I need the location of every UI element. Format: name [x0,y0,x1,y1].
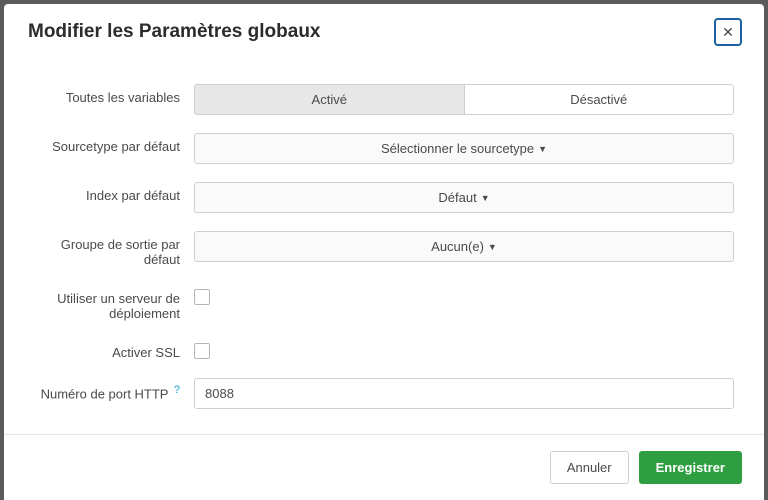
http-port-input[interactable] [194,378,734,409]
cancel-button[interactable]: Annuler [550,451,629,484]
all-variables-toggle: Activé Désactivé [194,84,734,115]
modal-footer: Annuler Enregistrer [4,434,764,500]
save-button[interactable]: Enregistrer [639,451,742,484]
help-icon[interactable]: ? [174,384,180,396]
enable-ssl-checkbox[interactable] [194,343,210,359]
index-value: Défaut [438,190,476,205]
use-deployment-checkbox[interactable] [194,289,210,305]
label-all-variables: Toutes les variables [34,84,194,105]
label-http-port-text: Numéro de port HTTP [41,386,169,401]
toggle-disabled[interactable]: Désactivé [465,85,734,114]
label-enable-ssl: Activer SSL [34,339,194,360]
caret-down-icon: ▼ [481,193,490,203]
sourcetype-value: Sélectionner le sourcetype [381,141,534,156]
caret-down-icon: ▼ [538,144,547,154]
modal-body: Toutes les variables Activé Désactivé So… [4,54,764,434]
toggle-enabled[interactable]: Activé [195,85,465,114]
output-group-dropdown[interactable]: Aucun(e) ▼ [194,231,734,262]
close-button[interactable]: ✕ [714,18,742,46]
label-use-deployment: Utiliser un serveur de déploiement [34,285,194,321]
index-dropdown[interactable]: Défaut ▼ [194,182,734,213]
label-sourcetype: Sourcetype par défaut [34,133,194,154]
output-group-value: Aucun(e) [431,239,484,254]
label-index: Index par défaut [34,182,194,203]
caret-down-icon: ▼ [488,242,497,252]
global-settings-modal: Modifier les Paramètres globaux ✕ Toutes… [4,4,764,500]
row-http-port: Numéro de port HTTP ? [34,378,734,409]
row-output-group: Groupe de sortie par défaut Aucun(e) ▼ [34,231,734,267]
sourcetype-dropdown[interactable]: Sélectionner le sourcetype ▼ [194,133,734,164]
row-sourcetype: Sourcetype par défaut Sélectionner le so… [34,133,734,164]
row-use-deployment: Utiliser un serveur de déploiement [34,285,734,321]
modal-header: Modifier les Paramètres globaux ✕ [4,4,764,54]
label-http-port: Numéro de port HTTP ? [34,378,194,401]
row-enable-ssl: Activer SSL [34,339,734,360]
close-icon: ✕ [722,24,734,41]
modal-title: Modifier les Paramètres globaux [28,21,321,43]
row-all-variables: Toutes les variables Activé Désactivé [34,84,734,115]
label-output-group: Groupe de sortie par défaut [34,231,194,267]
row-index: Index par défaut Défaut ▼ [34,182,734,213]
